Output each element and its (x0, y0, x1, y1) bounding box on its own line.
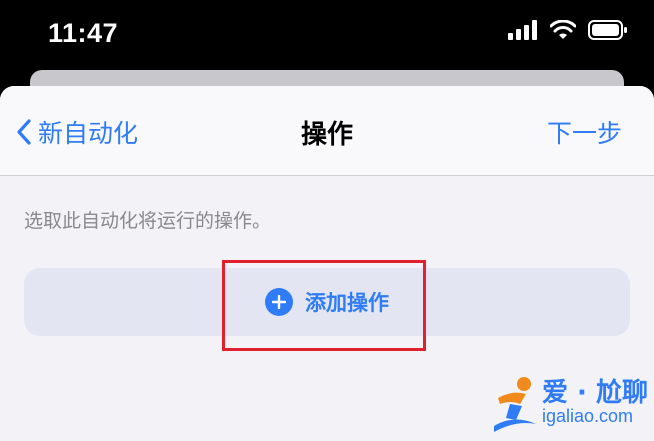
highlight-annotation (222, 260, 426, 351)
nav-bar: 新自动化 操作 下一步 (0, 86, 654, 176)
status-icons (508, 20, 628, 40)
watermark-url: igaliao.com (542, 406, 634, 426)
next-button[interactable]: 下一步 (547, 114, 622, 150)
watermark: 爱 · 尬聊 igaliao.com (492, 370, 652, 438)
watermark-title: 爱 · 尬聊 (542, 378, 648, 408)
status-time: 11:47 (48, 18, 119, 48)
wifi-icon (550, 20, 576, 39)
instruction-text: 选取此自动化将运行的操作。 (24, 210, 272, 232)
watermark-logo-icon (494, 377, 536, 432)
status-bar: 11:47 (0, 0, 654, 70)
cellular-signal-icon (508, 20, 537, 40)
battery-icon (588, 20, 627, 40)
